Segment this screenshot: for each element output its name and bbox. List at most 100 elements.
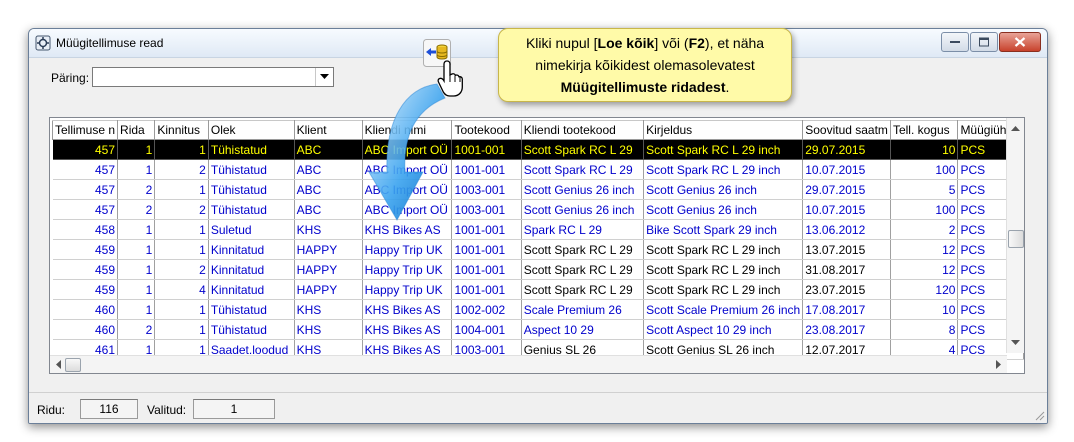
table-cell: Scott Spark RC L 29 (521, 139, 645, 160)
column-header[interactable]: Kliendi tootekood (520, 120, 645, 140)
table-cell: 457 (52, 199, 119, 220)
vertical-scroll-thumb[interactable] (1008, 230, 1024, 248)
table-cell: Kinnitatud (208, 279, 295, 300)
column-header[interactable]: Tootekood (451, 120, 522, 140)
vertical-scrollbar[interactable] (1006, 118, 1024, 353)
table-row[interactable]: 459 1 2 Kinnitatud HAPPY Happy Trip UK 1001-00… (52, 259, 1024, 280)
table-cell: 1001-001 (451, 279, 522, 300)
table-cell: 1 (117, 219, 156, 240)
table-cell: Bike Scott Spark 29 inch (643, 219, 804, 240)
table-row[interactable]: 459 1 1 Kinnitatud HAPPY Happy Trip UK 1001-00… (52, 239, 1024, 260)
query-dropdown-button[interactable] (315, 68, 333, 86)
table-cell: 1 (154, 239, 209, 260)
minimize-button[interactable] (941, 32, 969, 52)
rows-label: Ridu: (37, 403, 66, 417)
sales-order-lines-grid[interactable]: Tellimuse n Rida Kinnitus Olek Klient Kliendi… (49, 117, 1025, 374)
close-button[interactable] (999, 32, 1041, 52)
table-cell: 1001-001 (451, 259, 522, 280)
table-cell: Scott Aspect 10 29 inch (643, 319, 804, 340)
column-header[interactable]: Klient (293, 120, 363, 140)
table-cell: 1 (154, 219, 209, 240)
table-cell: Happy Trip UK (362, 259, 453, 280)
table-row[interactable]: 45721TühistatudABCABC Import OÜ1003-001S… (52, 179, 1024, 200)
table-cell: 1 (154, 179, 209, 200)
scroll-down-icon[interactable] (1011, 338, 1020, 347)
table-cell: 459 (52, 239, 119, 260)
table-row[interactable]: 458 1 1 Suletud KHS KHS Bikes AS 1001-001 Spark… (52, 219, 1024, 240)
table-cell: 1 (154, 139, 209, 160)
table-row[interactable]: 459 1 4 Kinnitatud HAPPY Happy Trip UK 1001-00… (52, 279, 1024, 300)
window-title: Müügitellimuse read (56, 36, 164, 50)
table-cell: 8 (890, 319, 959, 340)
table-cell: 13.06.2012 (802, 219, 891, 240)
app-icon (35, 35, 51, 51)
table-cell: 23.08.2017 (802, 319, 891, 340)
table-cell: Scott Spark RC L 29 inch (643, 159, 804, 180)
table-row[interactable]: 457 1 2 Tühistatud ABC ABC Import OÜ 1001-001 S… (52, 159, 1024, 180)
query-label: Päring: (51, 71, 90, 85)
column-header[interactable]: Kirjeldus (643, 120, 804, 140)
column-header[interactable]: Soovitud saatm (802, 120, 891, 140)
scroll-left-icon[interactable] (54, 360, 63, 369)
horizontal-scrollbar[interactable] (50, 355, 1007, 373)
table-cell: ABC (294, 139, 363, 160)
table-cell: 10.07.2015 (802, 199, 891, 220)
table-cell: 29.07.2015 (802, 179, 891, 200)
table-cell: 1001-001 (451, 239, 522, 260)
column-header[interactable]: Tellimuse n (51, 120, 119, 140)
horizontal-scroll-thumb[interactable] (65, 358, 81, 372)
table-cell: 1003-001 (451, 179, 522, 200)
table-cell: 17.08.2017 (802, 299, 891, 320)
scroll-right-icon[interactable] (994, 360, 1003, 369)
table-cell: 31.08.2017 (802, 259, 891, 280)
column-header[interactable]: Rida (117, 120, 156, 140)
column-header[interactable]: Tell. kogus (889, 120, 959, 140)
table-cell: HAPPY (294, 259, 363, 280)
table-row[interactable]: 460 1 1 Tühistatud KHS KHS Bikes AS 1002-002 Sc… (52, 299, 1024, 320)
callout-bold-load-all: Loe kõik (597, 35, 655, 51)
table-cell: ABC (294, 199, 363, 220)
table-cell: 2 (890, 219, 959, 240)
table-cell: 2 (117, 179, 156, 200)
table-cell: Scott Spark RC L 29 (521, 259, 645, 280)
rows-count: 116 (80, 399, 138, 419)
callout-text: ), et näha (704, 35, 765, 51)
table-cell: 1001-001 (451, 139, 522, 160)
table-row[interactable]: 460 2 1 Tühistatud KHS KHS Bikes AS 1004-001 As… (52, 319, 1024, 340)
table-row[interactable]: 457 1 1 Tühistatud ABC ABC Import OÜ 1001-001 S… (52, 139, 1024, 160)
table-cell: 459 (52, 279, 119, 300)
table-cell: 1001-001 (451, 219, 522, 240)
selected-label: Valitud: (147, 403, 187, 417)
table-row[interactable]: 457 2 2 Tühistatud ABC ABC Import OÜ 1003-001 S… (52, 199, 1024, 220)
table-cell: Scott Spark RC L 29 inch (643, 239, 804, 260)
table-cell: Scott Spark RC L 29 inch (643, 259, 804, 280)
callout-text: Kliki nupul [ (525, 35, 598, 51)
table-cell: 1002-002 (451, 299, 522, 320)
table-cell: 460 (52, 299, 119, 320)
table-cell: 457 (52, 159, 119, 180)
grid-header-row: Tellimuse n Rida Kinnitus Olek Klient Kliendi… (51, 120, 1024, 140)
table-cell: Scott Scale Premium 26 inch (643, 299, 804, 320)
table-cell: Scott Spark RC L 29 (521, 239, 645, 260)
table-cell: Scott Spark RC L 29 inch (643, 139, 804, 160)
table-cell: Kinnitatud (208, 259, 295, 280)
table-cell: Tühistatud (208, 179, 295, 200)
table-cell: KHS (294, 299, 363, 320)
table-cell: 1 (117, 259, 156, 280)
resize-grip-icon[interactable] (1033, 409, 1045, 421)
table-cell: Scott Genius 26 inch (521, 199, 645, 220)
table-cell: HAPPY (294, 279, 363, 300)
table-cell: 23.07.2015 (802, 279, 891, 300)
table-cell: 100 (890, 159, 959, 180)
table-cell: 1 (154, 299, 209, 320)
table-cell: KHS (294, 219, 363, 240)
callout-line-2: nimekirja kõikidest olemasolevatest (535, 57, 755, 73)
column-header[interactable]: Olek (207, 120, 295, 140)
scroll-up-icon[interactable] (1011, 124, 1020, 133)
maximize-button[interactable] (970, 32, 998, 52)
table-cell: 1 (117, 139, 156, 160)
column-header[interactable]: Kinnitus (154, 120, 209, 140)
table-cell: ABC (294, 159, 363, 180)
query-select[interactable] (92, 67, 334, 87)
table-cell: 457 (52, 179, 119, 200)
